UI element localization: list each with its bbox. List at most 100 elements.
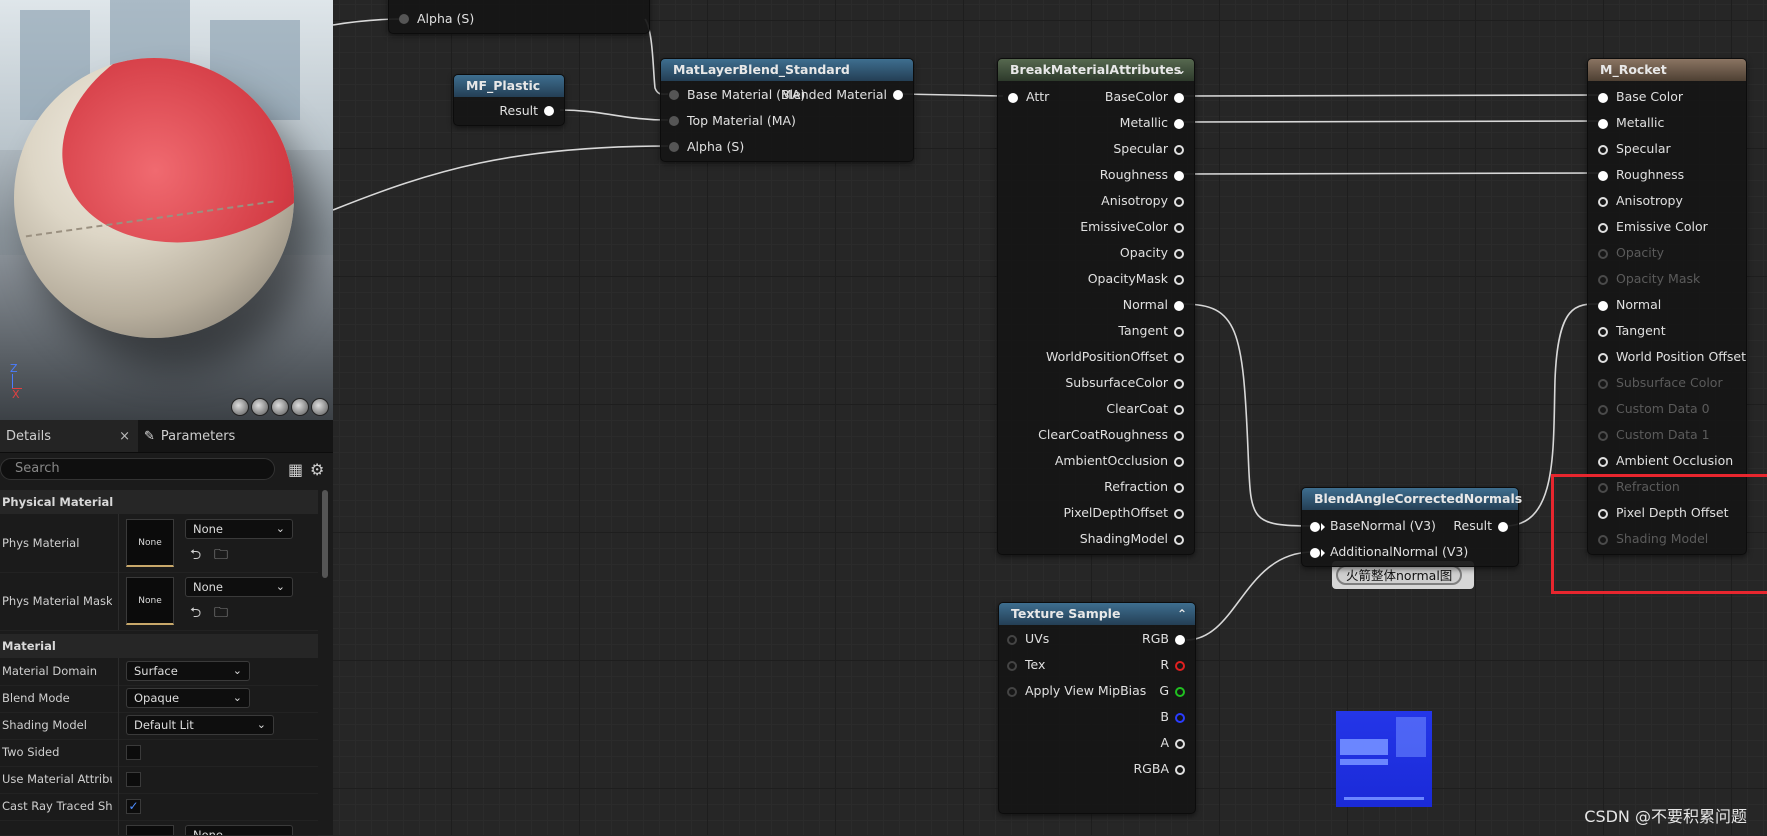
bma-output-label: WorldPositionOffset [1045,349,1168,364]
output-pin[interactable] [1174,379,1184,389]
blend-mode-dropdown[interactable]: Opaque ⌄ [126,688,250,708]
material-domain-dropdown[interactable]: Surface ⌄ [126,661,250,681]
browse-icon[interactable]: 🗀 [214,602,228,626]
shading-model-dropdown[interactable]: Default Lit ⌄ [126,715,274,735]
phys-material-dropdown[interactable]: None ⌄ [185,519,293,539]
use-selected-icon[interactable]: ⮌ [190,602,201,626]
gear-icon[interactable]: ⚙ [310,460,324,479]
node-blend-angle-corrected-normals[interactable]: BlendAngleCorrectedNormals BaseNormal (V… [1301,487,1522,567]
close-icon[interactable]: × [119,429,130,444]
input-pin[interactable] [1598,249,1608,259]
input-pin[interactable] [1310,548,1320,558]
wire-normal-base [1182,303,1314,527]
node-texture-sample[interactable]: Texture Sample ⌃ UVs Tex Apply View MipBias… [998,602,1196,814]
texture-output-label: B [1160,709,1169,724]
output-pin[interactable] [1174,171,1184,181]
output-pin[interactable] [1175,687,1185,697]
input-pin[interactable] [1598,223,1608,233]
search-input[interactable]: Search [0,458,275,480]
output-pin[interactable] [1174,119,1184,129]
input-pin[interactable] [1598,431,1608,441]
output-pin[interactable] [1174,457,1184,467]
input-pin[interactable] [1598,197,1608,207]
input-pin[interactable] [669,116,679,126]
input-pin[interactable] [1598,301,1608,311]
material-preview-viewport[interactable]: Z X [0,0,333,420]
section-physical-material[interactable]: Physical Material [0,490,318,514]
input-pin[interactable] [1598,119,1608,129]
sphere-icon[interactable] [251,398,269,416]
input-pin[interactable] [1598,145,1608,155]
details-scrollbar[interactable] [322,490,328,578]
input-pin[interactable] [669,90,679,100]
input-pin[interactable] [1008,93,1018,103]
asset-thumbnail[interactable]: None [126,577,174,625]
input-pin[interactable] [1598,353,1608,363]
node-break-material-attributes[interactable]: BreakMaterialAttributes ⌄ Attr BaseColor M… [997,58,1195,555]
output-pin[interactable] [1174,509,1184,519]
bma-output-label: OpacityMask [1087,271,1168,286]
output-pin[interactable] [1174,145,1184,155]
input-pin[interactable] [1598,327,1608,337]
tab-parameters[interactable]: ✎ Parameters [138,420,241,452]
input-pin[interactable] [1598,457,1608,467]
output-pin[interactable] [1174,93,1184,103]
output-pin[interactable] [1174,275,1184,285]
mesh-icon[interactable] [311,398,329,416]
input-pin[interactable] [669,142,679,152]
input-pin[interactable] [1007,661,1017,671]
input-pin[interactable] [1598,93,1608,103]
two-sided-checkbox[interactable] [126,745,141,760]
output-pin[interactable] [1174,301,1184,311]
output-pin[interactable] [1175,635,1185,645]
input-pin[interactable] [399,14,409,24]
input-pin[interactable] [1598,275,1608,285]
use-material-attributes-checkbox[interactable] [126,772,141,787]
output-pin[interactable] [1175,739,1185,749]
highlight-box [1551,474,1767,594]
preview-shape-buttons[interactable] [231,398,329,416]
output-pin[interactable] [1174,535,1184,545]
m-rocket-input-label: Base Color [1616,89,1684,104]
m-rocket-input-label: Metallic [1616,115,1665,130]
texture-input-label: Tex [1025,657,1046,672]
node-mf-plastic[interactable]: MF_Plastic Result [453,74,565,126]
cube-icon[interactable] [291,398,309,416]
output-pin[interactable] [1175,713,1185,723]
input-pin[interactable] [1598,379,1608,389]
material-graph-canvas[interactable]: Alpha (S) MF_Plastic Result MatLayerBlen… [333,0,1767,835]
cast-ray-traced-shadows-checkbox[interactable]: ✓ [126,799,141,814]
output-pin[interactable] [1174,327,1184,337]
asset-thumbnail[interactable]: None [126,519,174,567]
use-selected-icon[interactable]: ⮌ [190,544,201,568]
input-pin[interactable] [1310,522,1320,532]
output-pin[interactable] [1174,431,1184,441]
output-pin[interactable] [544,106,554,116]
cylinder-icon[interactable] [231,398,249,416]
table-view-icon[interactable]: ▦ [288,460,303,479]
output-pin[interactable] [1174,405,1184,415]
output-pin[interactable] [1498,522,1508,532]
input-pin[interactable] [1007,635,1017,645]
phys-material-mask-dropdown[interactable]: None ⌄ [185,577,293,597]
input-pin[interactable] [1598,405,1608,415]
output-pin[interactable] [1175,765,1185,775]
output-pin[interactable] [1174,197,1184,207]
plane-icon[interactable] [271,398,289,416]
output-pin[interactable] [1175,661,1185,671]
node-top-partial[interactable]: Alpha (S) [388,0,650,34]
output-pin[interactable] [1174,223,1184,233]
input-pin[interactable] [1598,171,1608,181]
asset-thumbnail[interactable] [126,825,174,835]
input-pin[interactable] [1007,687,1017,697]
section-material[interactable]: Material [0,634,318,658]
output-pin[interactable] [1174,249,1184,259]
output-pin[interactable] [893,90,903,100]
tab-details[interactable]: Details × [0,420,138,452]
browse-icon[interactable]: 🗀 [214,544,228,568]
node-matlayerblend-standard[interactable]: MatLayerBlend_Standard Base Material (MA… [660,58,914,162]
partial-dropdown[interactable]: None ⌄ [185,825,293,835]
bma-output-label: Tangent [1118,323,1168,338]
output-pin[interactable] [1174,353,1184,363]
output-pin[interactable] [1174,483,1184,493]
